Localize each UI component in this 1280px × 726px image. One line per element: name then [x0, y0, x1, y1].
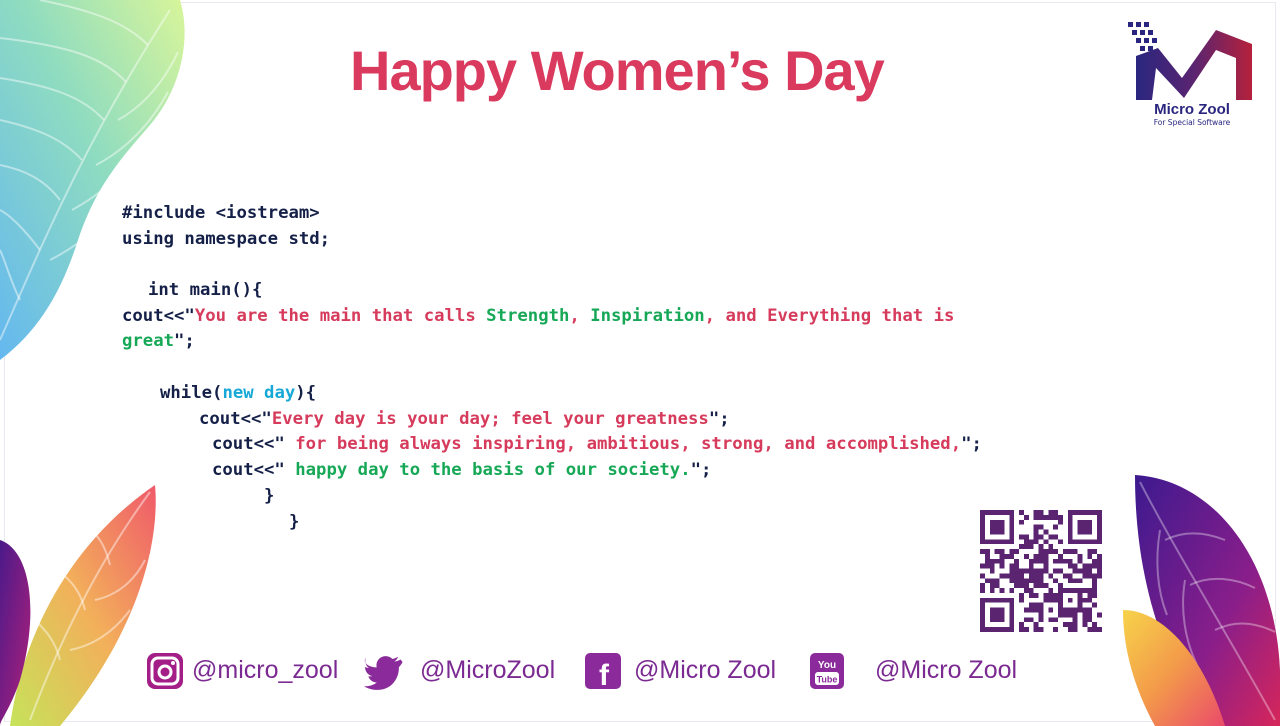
while-end: ){	[295, 383, 317, 403]
cout4-text: happy day to the basis of our society.	[284, 460, 691, 480]
code-line-cout1: cout<<"You are the main that calls Stren…	[122, 306, 954, 326]
cout1-seg6: great	[122, 331, 175, 351]
facebook-icon[interactable]: f	[584, 652, 622, 690]
qr-code[interactable]	[980, 510, 1102, 632]
code-line-cout4: cout<<" happy day to the basis of our so…	[212, 460, 711, 480]
twitter-icon[interactable]	[363, 654, 405, 692]
code-line-close-while: }	[264, 486, 275, 506]
cout4-end: ";	[690, 460, 712, 480]
cout2-prefix: cout<<"	[199, 409, 272, 429]
while-keyword: while(	[160, 383, 223, 403]
cout3-end: ";	[961, 434, 982, 454]
micro-zool-logo: Micro Zool For Special Software	[1124, 18, 1262, 132]
twitter-handle[interactable]: @MicroZool	[420, 656, 555, 685]
facebook-handle[interactable]: @Micro Zool	[634, 656, 776, 685]
cout3-prefix: cout<<"	[212, 434, 285, 454]
while-day: day	[253, 383, 296, 403]
code-line-close-main: }	[289, 512, 300, 532]
cout1-prefix: cout<<"	[122, 306, 195, 326]
code-line-cout2: cout<<"Every day is your day; feel your …	[199, 409, 730, 429]
while-new: new	[222, 383, 254, 403]
cout1-seg4: Inspiration	[590, 306, 705, 326]
logo-tagline: For Special Software	[1154, 118, 1231, 127]
cout1-seg3: ,	[569, 306, 591, 326]
logo-mark: Micro Zool For Special Software	[1128, 22, 1252, 127]
page-title: Happy Women’s Day	[350, 39, 885, 102]
cout3-text: for being always inspiring, ambitious, s…	[284, 434, 962, 454]
code-line-cout3: cout<<" for being always inspiring, ambi…	[212, 434, 982, 454]
leaf-decoration-bottom-left	[0, 485, 156, 726]
cout4-prefix: cout<<"	[212, 460, 285, 480]
leaf-decoration-bottom-right	[1123, 475, 1280, 726]
cout1-seg1: You are the main that calls	[194, 306, 487, 326]
cout1-end: ";	[174, 331, 195, 351]
code-line-include: #include <iostream>	[122, 203, 320, 223]
youtube-you: You	[818, 660, 836, 671]
cout2-end: ";	[708, 409, 730, 429]
code-line-using: using namespace std;	[122, 229, 331, 249]
logo-name: Micro Zool	[1154, 101, 1230, 118]
code-line-cout1-cont: great";	[122, 331, 195, 351]
youtube-icon[interactable]: You Tube	[808, 652, 846, 690]
code-line-main: int main(){	[148, 280, 263, 300]
instagram-handle[interactable]: @micro_zool	[192, 656, 338, 685]
facebook-glyph: f	[599, 659, 610, 690]
cout1-seg5: , and Everything that is	[704, 306, 955, 326]
greeting-card: Happy Women’s Day Micro Zool For Special…	[0, 0, 1280, 726]
instagram-icon[interactable]	[146, 652, 184, 690]
cout1-seg2: Strength	[486, 306, 570, 326]
youtube-tube: Tube	[817, 675, 838, 685]
youtube-handle[interactable]: @Micro Zool	[875, 656, 1017, 685]
code-line-while: while(new day){	[160, 383, 316, 403]
social-bar: @micro_zool @MicroZool f @Micro Zool You…	[146, 652, 1046, 696]
cout2-text: Every day is your day; feel your greatne…	[271, 409, 709, 429]
